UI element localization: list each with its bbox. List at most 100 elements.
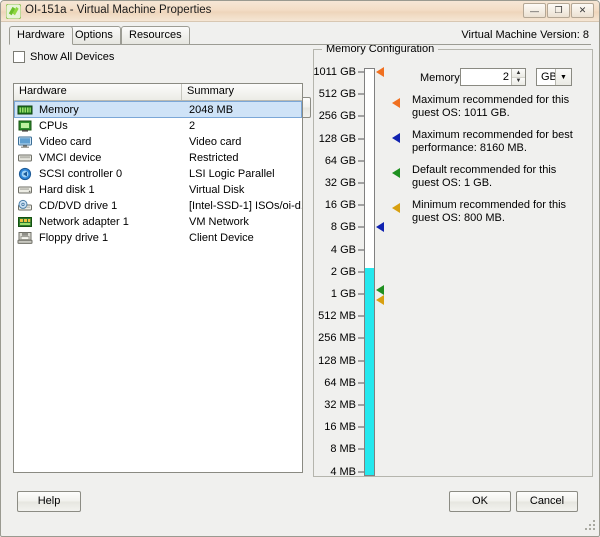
- resize-grip[interactable]: [585, 520, 597, 532]
- restore-button[interactable]: ❐: [547, 3, 570, 18]
- slider-tick-label: 8 GB: [330, 221, 356, 234]
- hardware-row-name: SCSI controller 0: [39, 168, 123, 180]
- hardware-list[interactable]: Hardware Summary Memory 2048 MB CPUs 2 Video…: [13, 83, 303, 473]
- memory-size-spinner-arrows[interactable]: ▲ ▼: [511, 69, 525, 85]
- slider-tick-label: 256 MB: [318, 332, 356, 345]
- hardware-panel: Show All Devices Add... Remove Hardware …: [9, 45, 311, 481]
- memory-size-stepper[interactable]: 2 ▲ ▼: [460, 68, 526, 86]
- memory-configuration-panel: Memory Configuration Memory Size: 2 ▲ ▼ …: [313, 43, 593, 481]
- spinner-down-icon[interactable]: ▼: [512, 77, 525, 85]
- memory-slider-fill[interactable]: [365, 267, 374, 475]
- column-header-hardware[interactable]: Hardware: [14, 84, 182, 100]
- maximum-guest-os-marker: [376, 67, 384, 77]
- spinner-up-icon[interactable]: ▲: [512, 69, 525, 78]
- show-all-devices-label: Show All Devices: [30, 51, 115, 63]
- hardware-row-name: CD/DVD drive 1: [39, 200, 118, 212]
- column-header-summary[interactable]: Summary: [182, 84, 302, 100]
- hardware-row-vmci-device[interactable]: VMCI device Restricted: [14, 150, 302, 166]
- window-controls: — ❐ ✕: [523, 3, 594, 18]
- chevron-down-icon[interactable]: ▼: [555, 69, 571, 85]
- legend-line-1: Minimum recommended for this: [412, 199, 567, 211]
- hard-disk-icon: [17, 183, 33, 197]
- show-all-devices-row[interactable]: Show All Devices: [13, 51, 114, 63]
- slider-tick-label: 128 GB: [318, 132, 356, 145]
- hardware-row-summary: LSI Logic Parallel: [189, 168, 275, 180]
- cpu-icon: [17, 119, 33, 133]
- slider-tick-label: 16 GB: [324, 199, 356, 212]
- vm-version-label: Virtual Machine Version: 8: [461, 29, 589, 41]
- hardware-row-summary: Restricted: [189, 152, 239, 164]
- hardware-row-scsi-controller-0[interactable]: SCSI controller 0 LSI Logic Parallel: [14, 166, 302, 182]
- hardware-row-name: Floppy drive 1: [39, 232, 109, 244]
- slider-tick-label: 512 MB: [318, 310, 356, 323]
- cddvd-drive-icon: [17, 199, 33, 213]
- hardware-row-summary: VM Network: [189, 216, 249, 228]
- hardware-row-video-card[interactable]: Video card Video card: [14, 134, 302, 150]
- slider-tick-label: 32 MB: [324, 399, 356, 411]
- hardware-row-summary: Virtual Disk: [189, 184, 245, 196]
- legend-marker-icon: [392, 203, 400, 213]
- legend-line-2: performance: 8160 MB.: [412, 142, 527, 154]
- legend-text: Maximum recommended for this guest OS: 10…: [412, 94, 590, 120]
- memory-slider[interactable]: 1011 GB 512 GB 256 GB 128 GB 64 GB 32 GB 16 GB…: [313, 64, 394, 478]
- legend-text: Default recommended for this guest OS: 1 …: [412, 164, 590, 190]
- dialog-content: Show All Devices Add... Remove Hardware …: [9, 43, 593, 481]
- tab-options[interactable]: Options: [67, 26, 121, 44]
- maximum-performance-marker: [376, 222, 384, 233]
- legend-line-2: guest OS: 1011 GB.: [412, 107, 510, 119]
- hardware-row-floppy-drive-1[interactable]: Floppy drive 1 Client Device: [14, 230, 302, 246]
- hardware-row-name: CPUs: [39, 120, 68, 132]
- memory-icon: [17, 103, 33, 117]
- legend-marker-icon: [392, 98, 400, 108]
- hardware-row-summary: 2048 MB: [189, 103, 234, 116]
- legend-marker-icon: [392, 133, 400, 143]
- cancel-button[interactable]: Cancel: [516, 491, 578, 512]
- hardware-row-summary: Video card: [189, 136, 242, 148]
- legend-item: Minimum recommended for this guest OS: 80…: [390, 199, 590, 225]
- slider-tick-label: 4 GB: [330, 243, 356, 256]
- scsi-controller-icon: [17, 167, 33, 181]
- slider-tick-label: 64 GB: [324, 154, 356, 167]
- tab-strip: Hardware Options Resources Virtual Machi…: [1, 26, 599, 45]
- dialog-footer: Help OK Cancel: [1, 481, 600, 536]
- slider-tick-label: 2 GB: [330, 265, 356, 278]
- default-recommended-marker: [376, 285, 384, 295]
- hardware-row-memory[interactable]: Memory 2048 MB: [14, 101, 302, 118]
- memory-recommendation-legend: Maximum recommended for this guest OS: 10…: [390, 94, 590, 234]
- slider-tick-label: 64 MB: [324, 376, 356, 389]
- ok-button[interactable]: OK: [449, 491, 511, 512]
- network-adapter-icon: [17, 215, 33, 229]
- hardware-row-name: VMCI device: [39, 152, 102, 164]
- floppy-drive-icon: [17, 231, 33, 245]
- hardware-row-summary: 2: [189, 120, 196, 132]
- hardware-row-name: Hard disk 1: [39, 184, 95, 196]
- legend-text: Maximum recommended for best performance:…: [412, 129, 590, 155]
- tab-hardware[interactable]: Hardware: [9, 26, 73, 45]
- title-bar: OI-151a - Virtual Machine Properties — ❐…: [1, 1, 599, 22]
- minimum-recommended-marker: [376, 295, 384, 305]
- hardware-row-name: Memory: [39, 103, 79, 116]
- tab-resources[interactable]: Resources: [121, 26, 190, 44]
- tab-underline: [9, 44, 591, 45]
- legend-item: Maximum recommended for this guest OS: 10…: [390, 94, 590, 120]
- show-all-devices-checkbox[interactable]: [13, 51, 25, 63]
- minimize-button[interactable]: —: [523, 3, 546, 18]
- help-button[interactable]: Help: [17, 491, 81, 512]
- legend-line-1: Maximum recommended for best: [412, 129, 573, 141]
- hardware-row-summary: Client Device: [189, 232, 254, 244]
- hardware-row-cpus[interactable]: CPUs 2: [14, 118, 302, 134]
- hardware-row-hard-disk-1[interactable]: Hard disk 1 Virtual Disk: [14, 182, 302, 198]
- memory-unit-select[interactable]: GB ▼: [536, 68, 572, 86]
- vm-properties-window: OI-151a - Virtual Machine Properties — ❐…: [0, 0, 600, 537]
- hardware-row-cd-dvd-drive-1[interactable]: CD/DVD drive 1 [Intel-SSD-1] ISOs/oi-d...: [14, 198, 302, 214]
- hardware-row-network-adapter-1[interactable]: Network adapter 1 VM Network: [14, 214, 302, 230]
- legend-line-1: Default recommended for this: [412, 164, 557, 176]
- hardware-row-name: Network adapter 1: [39, 216, 129, 228]
- slider-tick-label: 1011 GB: [313, 66, 356, 78]
- memory-size-value: 2: [502, 71, 509, 83]
- hardware-list-header: Hardware Summary: [14, 84, 302, 101]
- slider-tick-label: 128 MB: [318, 354, 356, 367]
- slider-tick-label: 512 GB: [318, 88, 356, 101]
- hardware-row-summary: [Intel-SSD-1] ISOs/oi-d...: [189, 200, 302, 212]
- close-button[interactable]: ✕: [571, 3, 594, 18]
